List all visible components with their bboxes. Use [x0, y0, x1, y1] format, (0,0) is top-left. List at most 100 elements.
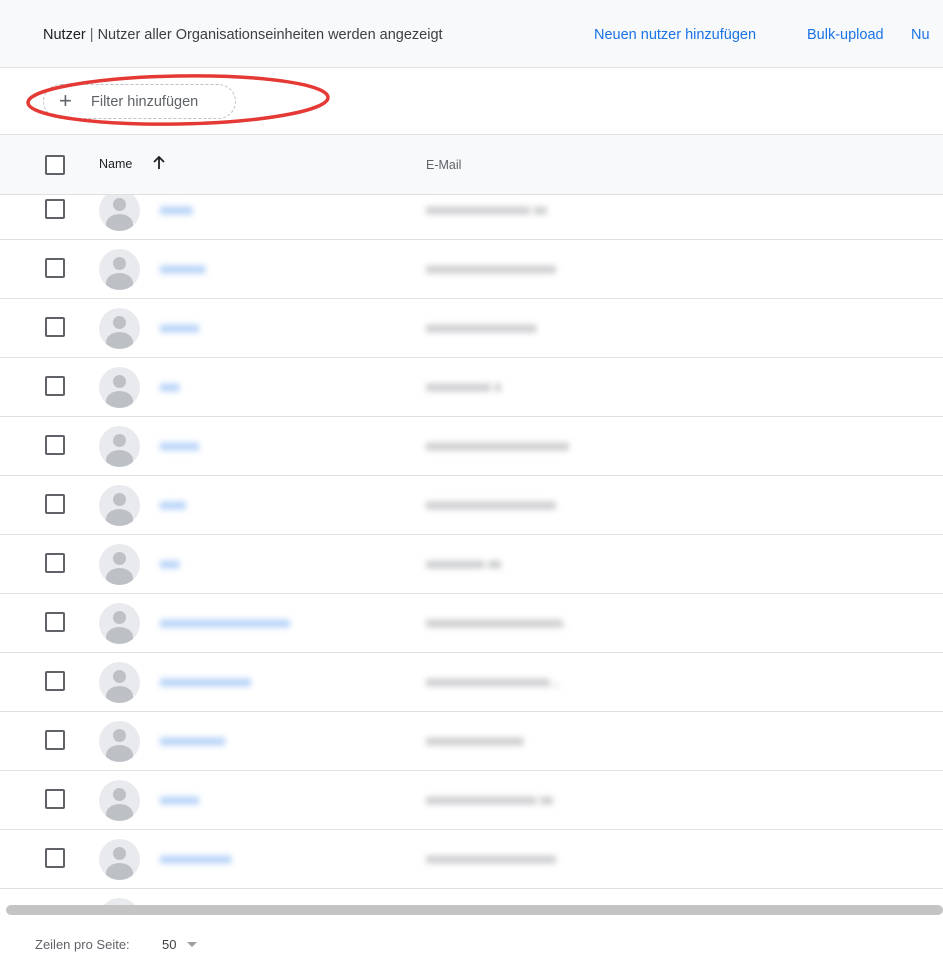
- user-table-body: xxxxx xxxxxxxxxxxxxxxx xx xxxxxxx xxxxxxxxx…: [0, 195, 943, 905]
- table-row[interactable]: xxxxxxxxxxxxxx xxxxxxxxxxxxxxxxxxx...: [0, 653, 943, 712]
- person-icon-head: [113, 729, 126, 742]
- table-row[interactable]: xxx xxxxxxxxxx x: [0, 358, 943, 417]
- row-checkbox[interactable]: [45, 258, 65, 278]
- title-main: Nutzer: [43, 27, 86, 43]
- bulk-upload-link[interactable]: Bulk-upload: [807, 27, 884, 43]
- user-name-link[interactable]: xxxxxx: [160, 320, 199, 335]
- person-icon-head: [113, 434, 126, 447]
- user-name-link[interactable]: xxxxxx: [160, 792, 199, 807]
- user-name-link[interactable]: xxx: [160, 379, 180, 394]
- table-row[interactable]: xxxxxx xxxxxxxxxxxxxxxxx: [0, 299, 943, 358]
- person-icon-body: [106, 804, 133, 821]
- person-icon-head: [113, 847, 126, 860]
- avatar: [99, 662, 140, 703]
- user-email: xxxxxxxxxxxxxxxxx xx: [426, 792, 554, 807]
- user-name-link[interactable]: xxxxxx: [160, 438, 199, 453]
- user-name-link[interactable]: xxxx: [160, 497, 186, 512]
- table-header: Name E-Mail: [0, 135, 943, 195]
- column-header-email[interactable]: E-Mail: [426, 158, 461, 172]
- user-name-link[interactable]: xxx: [160, 556, 180, 571]
- person-icon-body: [106, 863, 133, 880]
- plus-icon: +: [59, 88, 72, 113]
- avatar: [99, 195, 140, 231]
- person-icon-body: [106, 745, 133, 762]
- person-icon-body: [106, 391, 133, 408]
- person-icon-head: [113, 670, 126, 683]
- dropdown-arrow-icon[interactable]: [187, 942, 197, 947]
- rows-per-page-label: Zeilen pro Seite:: [35, 937, 130, 952]
- user-name-link[interactable]: xxxxxxx: [160, 261, 206, 276]
- person-icon-head: [113, 552, 126, 565]
- add-filter-label: Filter hinzufügen: [91, 94, 199, 110]
- user-email: xxxxxxxxxxxxxxx: [426, 733, 524, 748]
- horizontal-scrollbar[interactable]: [6, 905, 943, 915]
- table-row[interactable]: xxxxxxxxxxx xxxxxxxxxxxxxxxxxxxx: [0, 830, 943, 889]
- add-user-link[interactable]: Neuen nutzer hinzufügen: [594, 27, 756, 43]
- row-checkbox[interactable]: [45, 789, 65, 809]
- select-all-checkbox[interactable]: [45, 155, 65, 175]
- user-name-link[interactable]: xxxxxxxxxxxxxxxxxxxx: [160, 615, 290, 630]
- person-icon-body: [106, 332, 133, 349]
- arrow-up-icon[interactable]: [152, 155, 166, 171]
- table-row[interactable]: xxxxxxxxxxxxxxxxxxxx xxxxxxxxxxxxxxxxxxxx…: [0, 594, 943, 653]
- table-row[interactable]: xxxxxxxxxx xxxxxxxxxxxxxxx: [0, 712, 943, 771]
- user-email: xxxxxxxxxxxxxxxx xx: [426, 202, 547, 217]
- avatar: [99, 544, 140, 585]
- user-name-link[interactable]: xxxxx: [160, 202, 193, 217]
- page-header: Nutzer | Nutzer aller Organisationseinhe…: [0, 0, 943, 68]
- row-checkbox[interactable]: [45, 317, 65, 337]
- user-email: xxxxxxxxxxxxxxxxx: [426, 320, 537, 335]
- table-footer: Zeilen pro Seite: 50: [0, 915, 943, 966]
- avatar: [99, 426, 140, 467]
- user-email: xxxxxxxxxxxxxxxxxxxxx.: [426, 615, 567, 630]
- row-checkbox[interactable]: [45, 553, 65, 573]
- column-header-name[interactable]: Name: [99, 157, 132, 171]
- avatar: [99, 485, 140, 526]
- user-name-link[interactable]: xxxxxxxxxx: [160, 733, 225, 748]
- user-email: xxxxxxxxx xx: [426, 556, 502, 571]
- table-row[interactable]: [0, 889, 943, 905]
- user-email: xxxxxxxxxxxxxxxxxxxx: [426, 851, 556, 866]
- user-email: xxxxxxxxxxxxxxxxxxx...: [426, 674, 561, 689]
- filter-bar: + Filter hinzufügen: [0, 68, 943, 135]
- more-action-link[interactable]: Nu: [911, 27, 930, 43]
- table-row[interactable]: xxxxxx xxxxxxxxxxxxxxxxxxxxxx: [0, 417, 943, 476]
- avatar: [99, 308, 140, 349]
- row-checkbox[interactable]: [45, 376, 65, 396]
- row-checkbox[interactable]: [45, 494, 65, 514]
- avatar: [99, 367, 140, 408]
- row-checkbox[interactable]: [45, 435, 65, 455]
- title-subtitle: Nutzer aller Organisationseinheiten werd…: [97, 27, 443, 43]
- page-title: Nutzer | Nutzer aller Organisationseinhe…: [43, 27, 443, 43]
- add-filter-button[interactable]: + Filter hinzufügen: [43, 84, 236, 119]
- user-email: xxxxxxxxxxxxxxxxxxxxxx: [426, 438, 569, 453]
- table-row[interactable]: xxxxxx xxxxxxxxxxxxxxxxx xx: [0, 771, 943, 830]
- table-row[interactable]: xxxxx xxxxxxxxxxxxxxxx xx: [0, 195, 943, 240]
- person-icon-head: [113, 257, 126, 270]
- row-checkbox[interactable]: [45, 199, 65, 219]
- row-checkbox[interactable]: [45, 848, 65, 868]
- person-icon-head: [113, 198, 126, 211]
- person-icon-head: [113, 375, 126, 388]
- avatar: [99, 721, 140, 762]
- avatar: [99, 839, 140, 880]
- person-icon-head: [113, 493, 126, 506]
- table-row[interactable]: xxxxxxx xxxxxxxxxxxxxxxxxxxx: [0, 240, 943, 299]
- user-email: xxxxxxxxxx x: [426, 379, 502, 394]
- avatar: [99, 780, 140, 821]
- row-checkbox[interactable]: [45, 612, 65, 632]
- avatar: [99, 603, 140, 644]
- person-icon-body: [106, 686, 133, 703]
- rows-per-page-select[interactable]: 50: [162, 937, 176, 952]
- row-checkbox[interactable]: [45, 730, 65, 750]
- person-icon-body: [106, 509, 133, 526]
- person-icon-body: [106, 214, 133, 231]
- avatar: [99, 898, 140, 905]
- person-icon-head: [113, 788, 126, 801]
- table-row[interactable]: xxxx xxxxxxxxxxxxxxxxxxxx: [0, 476, 943, 535]
- table-row[interactable]: xxx xxxxxxxxx xx: [0, 535, 943, 594]
- person-icon-body: [106, 627, 133, 644]
- user-name-link[interactable]: xxxxxxxxxxx: [160, 851, 232, 866]
- row-checkbox[interactable]: [45, 671, 65, 691]
- user-name-link[interactable]: xxxxxxxxxxxxxx: [160, 674, 251, 689]
